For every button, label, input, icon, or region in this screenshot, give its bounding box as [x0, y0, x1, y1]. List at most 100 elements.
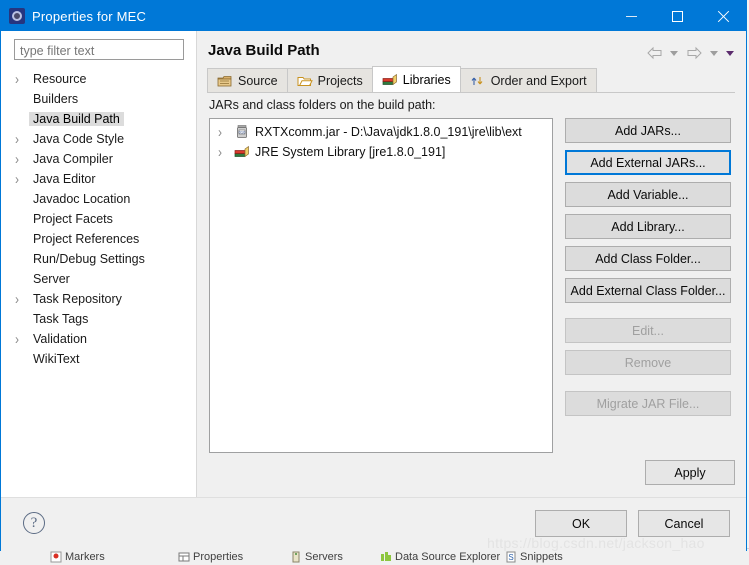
chevron-right-icon[interactable]: ›: [15, 172, 29, 187]
back-button[interactable]: [643, 43, 665, 63]
sidebar-item-label: Javadoc Location: [33, 192, 131, 206]
add-external-class-folder-button[interactable]: Add External Class Folder...: [565, 278, 731, 303]
chevron-right-icon[interactable]: ›: [15, 72, 29, 87]
tab-label: Source: [238, 73, 278, 88]
background-tab-properties[interactable]: Properties: [178, 551, 243, 563]
sidebar-item-server[interactable]: Server: [1, 269, 196, 289]
forward-button[interactable]: [683, 43, 705, 63]
close-icon: [717, 10, 730, 23]
forward-history-dropdown[interactable]: [707, 43, 721, 63]
minimize-button[interactable]: [608, 1, 654, 31]
apply-button[interactable]: Apply: [645, 460, 735, 485]
source-folder-icon: [217, 74, 233, 88]
background-tab-servers[interactable]: Servers: [290, 551, 343, 563]
jar-list-label: JARs and class folders on the build path…: [209, 98, 436, 112]
properties-dialog: Properties for MEC ›: [0, 0, 747, 551]
add-variable-button[interactable]: Add Variable...: [565, 182, 731, 207]
background-tab-label: Properties: [193, 551, 244, 563]
sidebar-item-run-debug-settings[interactable]: Run/Debug Settings: [1, 249, 196, 269]
sidebar-item-label: Java Code Style: [33, 132, 125, 146]
sidebar-item-project-references[interactable]: Project References: [1, 229, 196, 249]
tab-order-and-export[interactable]: Order and Export: [459, 68, 597, 92]
chevron-right-icon[interactable]: ›: [15, 132, 29, 147]
background-tab-markers[interactable]: Markers: [50, 551, 105, 563]
apply-row: Apply: [207, 460, 735, 485]
forward-arrow-icon: [687, 46, 702, 60]
help-icon[interactable]: ?: [23, 512, 45, 534]
ok-button[interactable]: OK: [535, 510, 627, 537]
remove-button[interactable]: Remove: [565, 350, 731, 375]
sidebar-item-task-repository[interactable]: › Task Repository: [1, 289, 196, 309]
sidebar-item-java-editor[interactable]: › Java Editor: [1, 169, 196, 189]
sidebar-item-wikitext[interactable]: WikiText: [1, 349, 196, 369]
sidebar-item-project-facets[interactable]: Project Facets: [1, 209, 196, 229]
background-tab-snippets[interactable]: S Snippets: [505, 551, 563, 563]
sidebar-item-javadoc-location[interactable]: Javadoc Location: [1, 189, 196, 209]
tab-projects[interactable]: Projects: [286, 68, 373, 92]
sidebar-item-java-build-path[interactable]: Java Build Path: [1, 109, 196, 129]
jar-list-item[interactable]: › 010 RXTXcomm.jar - D:\Java\jdk1.8.0_19…: [210, 122, 552, 142]
background-tab-data-source-explorer[interactable]: Data Source Explorer: [380, 551, 500, 563]
sidebar-item-label: Project References: [33, 232, 140, 246]
sidebar-item-label: Builders: [33, 92, 79, 106]
jar-list-item-label: JRE System Library [jre1.8.0_191]: [255, 145, 446, 159]
tab-libraries[interactable]: Libraries: [371, 66, 461, 92]
dialog-title: Properties for MEC: [32, 8, 147, 24]
sidebar-item-java-compiler[interactable]: › Java Compiler: [1, 149, 196, 169]
dialog-body: › Resource Builders Java Build Path › Ja…: [1, 31, 746, 497]
sidebar-item-java-code-style[interactable]: › Java Code Style: [1, 129, 196, 149]
dialog-action-buttons: OK Cancel: [535, 510, 730, 537]
background-tab-label: Data Source Explorer: [395, 551, 501, 563]
library-actions: Add JARs... Add External JARs... Add Var…: [565, 118, 731, 423]
back-history-dropdown[interactable]: [667, 43, 681, 63]
tab-label: Projects: [317, 73, 363, 88]
libraries-tab-page: JARs and class folders on the build path…: [207, 92, 735, 487]
add-library-button[interactable]: Add Library...: [565, 214, 731, 239]
tab-label: Order and Export: [490, 73, 587, 88]
sidebar-item-builders[interactable]: Builders: [1, 89, 196, 109]
settings-page: Java Build Path Source Projects Librarie…: [198, 31, 746, 497]
jar-list-item[interactable]: › JRE System Library [jre1.8.0_191]: [210, 142, 552, 162]
chevron-right-icon[interactable]: ›: [15, 332, 29, 347]
chevron-right-icon[interactable]: ›: [218, 125, 232, 140]
sidebar-item-label: Validation: [33, 332, 87, 346]
sidebar-item-label: Server: [33, 272, 70, 286]
sidebar-item-label: Task Tags: [33, 312, 89, 326]
add-external-jars-button[interactable]: Add External JARs...: [565, 150, 731, 175]
close-button[interactable]: [700, 1, 746, 31]
edit-button[interactable]: Edit...: [565, 318, 731, 343]
properties-gear-icon: [9, 8, 25, 24]
chevron-right-icon[interactable]: ›: [15, 152, 29, 167]
maximize-icon: [671, 10, 683, 22]
chevron-down-icon: [670, 50, 678, 56]
background-tab-label: Servers: [305, 551, 343, 563]
page-title: Java Build Path: [208, 42, 320, 59]
jar-list[interactable]: › 010 RXTXcomm.jar - D:\Java\jdk1.8.0_19…: [209, 118, 553, 453]
add-class-folder-button[interactable]: Add Class Folder...: [565, 246, 731, 271]
sidebar-item-validation[interactable]: › Validation: [1, 329, 196, 349]
window-controls: [608, 1, 746, 31]
sidebar-item-label: Java Build Path: [29, 112, 124, 126]
screen: Markers Properties Servers Data Source E…: [0, 0, 749, 565]
library-books-icon: [234, 144, 250, 160]
add-jars-button[interactable]: Add JARs...: [565, 118, 731, 143]
dialog-titlebar[interactable]: Properties for MEC: [1, 1, 746, 31]
sidebar-item-task-tags[interactable]: Task Tags: [1, 309, 196, 329]
maximize-button[interactable]: [654, 1, 700, 31]
open-folder-icon: [297, 74, 313, 88]
cancel-button[interactable]: Cancel: [638, 510, 730, 537]
view-menu-button[interactable]: [723, 43, 737, 63]
sidebar-item-label: Java Compiler: [33, 152, 113, 166]
chevron-right-icon[interactable]: ›: [218, 145, 232, 160]
tab-source[interactable]: Source: [207, 68, 288, 92]
sidebar-item-label: WikiText: [33, 352, 80, 366]
minimize-icon: [625, 15, 637, 17]
sidebar-item-resource[interactable]: › Resource: [1, 69, 196, 89]
filter-input[interactable]: [14, 39, 184, 60]
dialog-footer: ? OK Cancel: [1, 497, 746, 551]
chevron-right-icon[interactable]: ›: [15, 292, 29, 307]
snippets-icon: S: [505, 551, 517, 563]
sidebar-item-label: Java Editor: [33, 172, 96, 186]
migrate-jar-file-button[interactable]: Migrate JAR File...: [565, 391, 731, 416]
tab-label: Libraries: [402, 72, 451, 87]
